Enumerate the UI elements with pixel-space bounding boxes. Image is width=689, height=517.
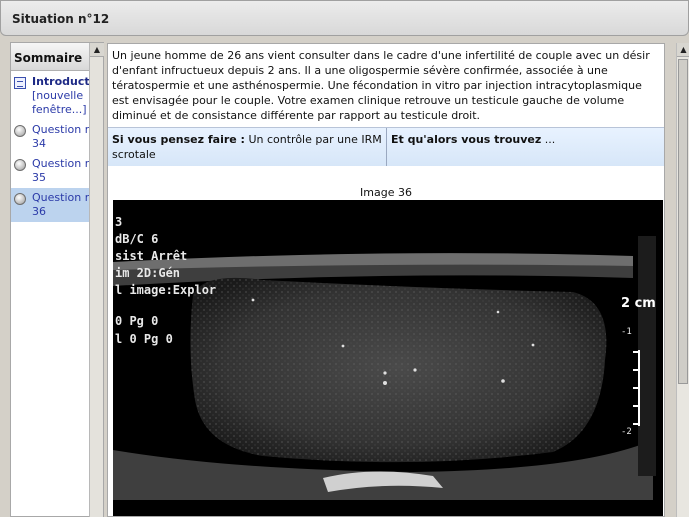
- overlay-line-4: im 2D:Gén: [115, 266, 181, 280]
- document-icon: [14, 77, 26, 89]
- scrollbar-thumb[interactable]: [678, 59, 688, 384]
- scroll-up-arrow-icon[interactable]: ▲: [677, 43, 689, 57]
- scroll-up-arrow-icon[interactable]: ▲: [90, 43, 104, 57]
- sidebar-scrollbar[interactable]: ▲: [89, 43, 104, 517]
- overlay-line-5: l image:Explor: [115, 283, 217, 297]
- main-content: Un jeune homme de 26 ans vient consulter…: [107, 43, 665, 517]
- ultrasound-image: 3 dB/C 6 sist Arrêt im 2D:Gén l image:Ex…: [113, 200, 663, 516]
- scale-tick-2: -2: [621, 427, 632, 437]
- image-zone: Image 36 3 dB/C 6 sist Arrêt im 2D:Gén l…: [108, 166, 664, 516]
- sidebar-item-question-36[interactable]: Question n 36: [11, 188, 91, 222]
- then-you-find-cell: Et qu'alors vous trouvez ...: [386, 128, 664, 167]
- title-bar: Situation n°12: [0, 0, 689, 36]
- sidebar-item-introduction[interactable]: Introduction [nouvelle fenêtre...]: [11, 72, 91, 120]
- image-caption: Image 36: [360, 186, 412, 199]
- overlay-line-1: 3: [115, 215, 123, 229]
- overlay-line-2: dB/C 6: [115, 232, 159, 246]
- page-title: Situation n°12: [12, 12, 110, 26]
- answer-table: Si vous pensez faire : Un contrôle par u…: [108, 128, 664, 168]
- overlay-line-3: sist Arrêt: [115, 249, 188, 263]
- content-scrollbar[interactable]: ▲: [676, 43, 689, 517]
- scale-label: 2 cm: [621, 296, 656, 311]
- case-description: Un jeune homme de 26 ans vient consulter…: [108, 44, 664, 128]
- overlay-row-1: 0 Pg 0: [115, 314, 159, 328]
- radio-bullet-icon: [14, 193, 26, 205]
- ultrasound-scan-graphic: [113, 200, 663, 516]
- radio-bullet-icon: [14, 125, 26, 137]
- radio-bullet-icon: [14, 159, 26, 171]
- overlay-row-2: l 0 Pg 0: [115, 332, 173, 346]
- if-you-think-cell: Si vous pensez faire : Un contrôle par u…: [108, 128, 386, 167]
- scale-tick-1: -1: [621, 327, 632, 337]
- sidebar-list: Introduction [nouvelle fenêtre...] Quest…: [11, 72, 91, 517]
- sidebar-item-question-35[interactable]: Question n 35: [11, 154, 91, 188]
- sidebar-item-question-34[interactable]: Question n 34: [11, 120, 91, 154]
